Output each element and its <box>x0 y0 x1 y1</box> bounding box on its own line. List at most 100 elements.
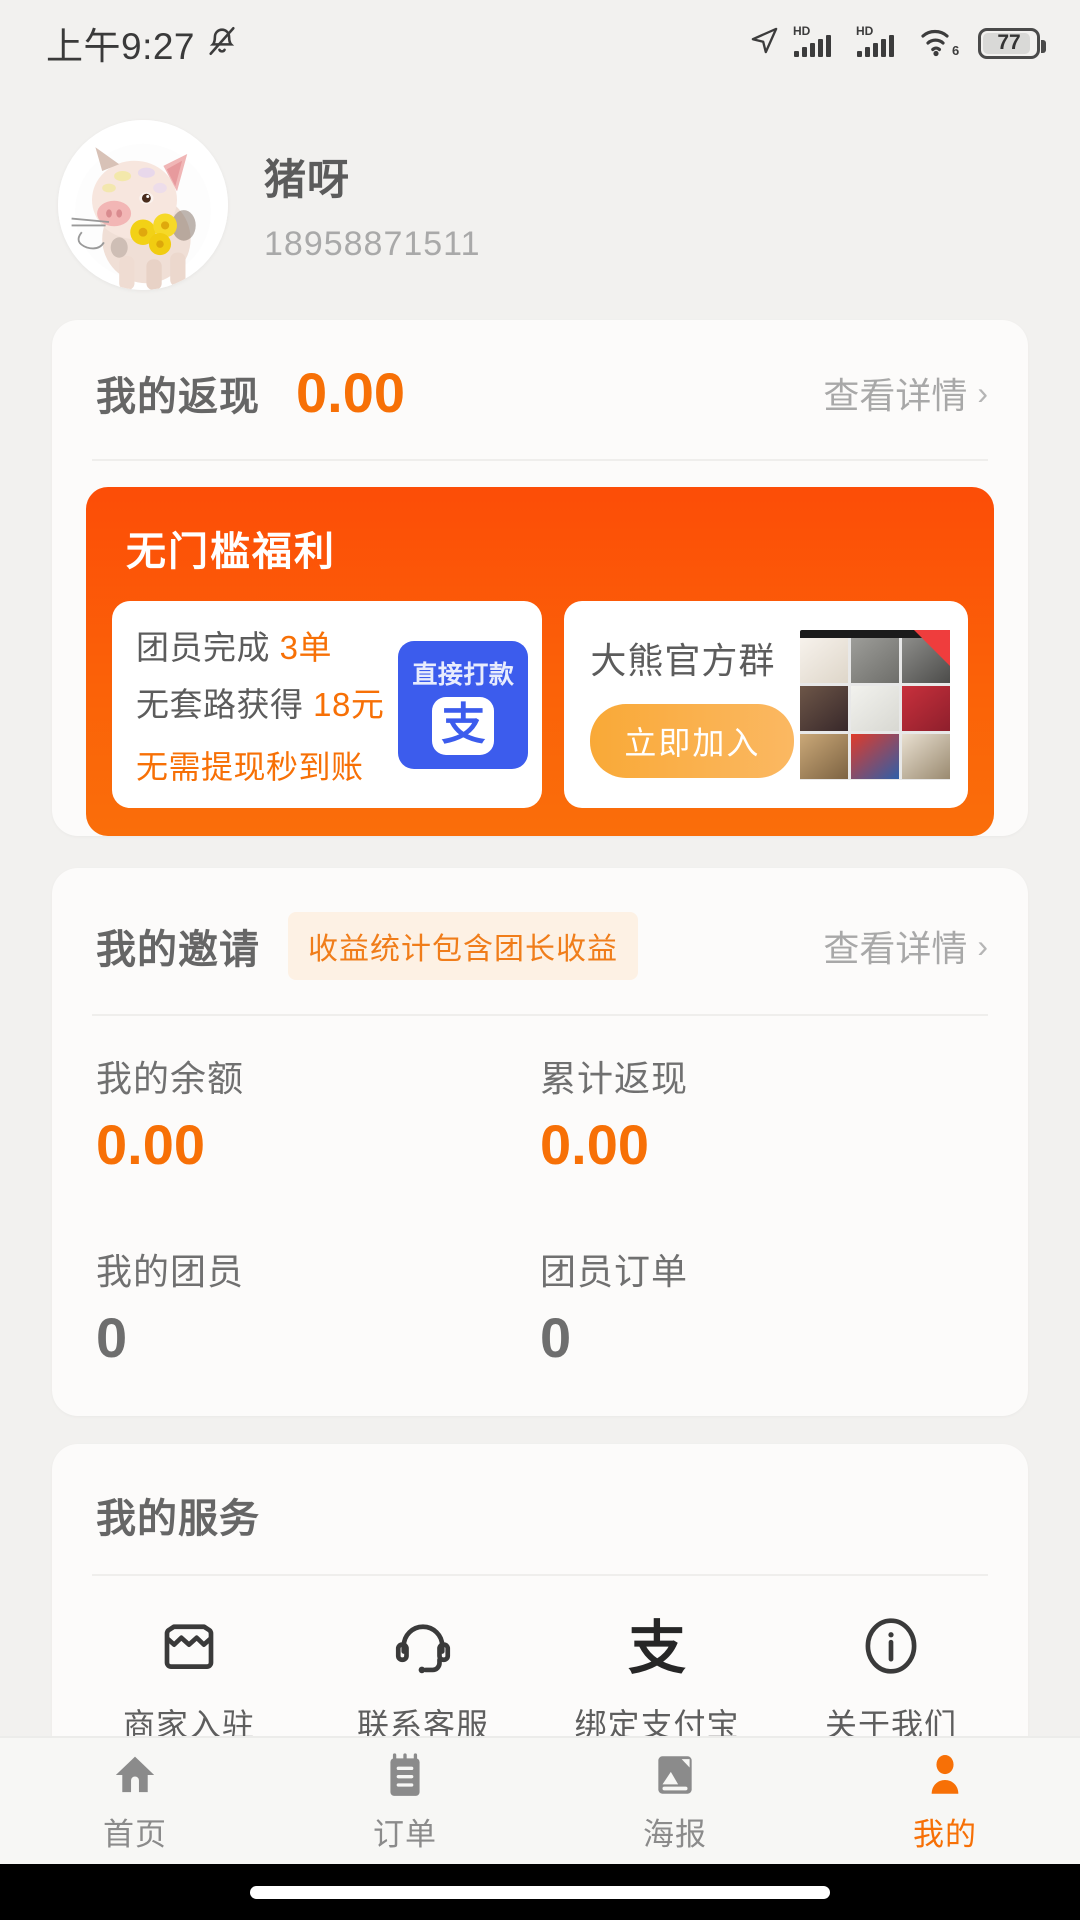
location-arrow-icon <box>749 25 780 61</box>
status-time: 上午9:27 <box>46 26 196 67</box>
direct-payment-reward-amount: 18元 <box>313 686 385 723</box>
group-avatar-9 <box>902 734 950 780</box>
profile-phone: 18958871511 <box>264 225 481 263</box>
home-indicator-bar <box>0 1864 1080 1920</box>
cashback-card: 我的返现 0.00 查看详情 › 无门槛福利 团员完成 3单 无套路获得 18元… <box>52 320 1028 836</box>
group-avatar-4 <box>800 685 848 732</box>
person-icon <box>918 1748 972 1802</box>
direct-payment-line-2: 无套路获得 18元 <box>136 678 384 726</box>
pig-avatar-illustration <box>58 120 228 290</box>
services-card: 我的服务 商家入驻 联系客服 支 绑定支付宝 关于我们 <box>52 1444 1028 1736</box>
tab-label: 我的 <box>913 1817 977 1852</box>
tab-profile[interactable]: 我的 <box>810 1748 1080 1854</box>
group-new-badge-icon <box>914 629 950 666</box>
invitation-detail-link[interactable]: 查看详情 › <box>823 920 988 972</box>
direct-payment-text: 团员完成 3单 无套路获得 18元 无需提现秒到账 <box>136 621 384 788</box>
direct-payment-button[interactable]: 直接打款 支 <box>398 640 529 769</box>
stat-value: 0.00 <box>540 1113 649 1176</box>
direct-payment-card[interactable]: 团员完成 3单 无套路获得 18元 无需提现秒到账 直接打款 支 <box>112 601 543 808</box>
info-circle-icon <box>855 1610 927 1682</box>
service-item-contact-support[interactable]: 联系客服 <box>306 1610 540 1736</box>
stat-my-members[interactable]: 我的团员 0 <box>96 1243 540 1370</box>
service-item-merchant-entry[interactable]: 商家入驻 <box>72 1610 306 1736</box>
chevron-right-icon: › <box>977 928 988 964</box>
stat-label: 我的余额 <box>96 1058 245 1099</box>
alipay-icon: 支 <box>621 1610 693 1682</box>
stat-my-balance[interactable]: 我的余额 0.00 <box>96 1050 540 1177</box>
group-avatar-6 <box>902 685 950 732</box>
stat-label: 我的团员 <box>96 1251 245 1292</box>
direct-payment-button-label: 直接打款 <box>412 660 515 689</box>
cashback-label: 我的返现 <box>96 374 260 419</box>
battery-percent: 77 <box>997 31 1021 54</box>
group-avatar-1 <box>800 637 848 683</box>
clipboard-icon <box>378 1748 432 1802</box>
cashback-amount: 0.00 <box>296 361 405 424</box>
service-item-about-us[interactable]: 关于我们 <box>774 1610 1008 1736</box>
invitation-badge: 收益统计包含团长收益 <box>288 912 638 980</box>
bell-muted-icon <box>205 24 239 63</box>
scroll-content[interactable]: 猪呀 18958871511 我的返现 0.00 查看详情 › 无门槛福利 团员… <box>0 86 1080 1736</box>
direct-payment-orders-count: 3单 <box>279 629 333 666</box>
stat-label: 团员订单 <box>540 1251 689 1292</box>
signal-bars-icon-1: HD <box>793 24 843 63</box>
profile-name: 猪呀 <box>264 156 351 203</box>
invitation-card: 我的邀请 收益统计包含团长收益 查看详情 › 我的余额 0.00 累计返现 0.… <box>52 868 1028 1416</box>
service-item-bind-alipay[interactable]: 支 绑定支付宝 <box>540 1610 774 1736</box>
direct-payment-line-1: 团员完成 3单 <box>136 621 384 669</box>
stat-total-cashback[interactable]: 累计返现 0.00 <box>540 1050 984 1177</box>
service-label: 关于我们 <box>824 1707 957 1736</box>
signal-bars-icon-2: HD <box>856 24 906 63</box>
home-indicator[interactable] <box>250 1885 830 1899</box>
svg-text:6: 6 <box>952 43 959 58</box>
tab-label: 海报 <box>643 1817 707 1852</box>
official-group-title: 大熊官方群 <box>590 639 776 681</box>
group-avatar-8 <box>851 734 899 780</box>
official-group-card[interactable]: 大熊官方群 立即加入 <box>564 601 968 808</box>
tab-home[interactable]: 首页 <box>0 1748 270 1854</box>
cashback-detail-label: 查看详情 <box>823 374 968 416</box>
pig-avatar[interactable] <box>58 120 228 290</box>
group-avatar-5 <box>851 685 899 732</box>
group-avatar-2 <box>851 637 899 683</box>
bottom-tab-bar: 首页 订单 海报 我的 <box>0 1736 1080 1864</box>
official-group-left: 大熊官方群 立即加入 <box>590 632 795 778</box>
service-label: 商家入驻 <box>122 1707 255 1736</box>
service-label: 联系客服 <box>356 1707 489 1736</box>
tab-poster[interactable]: 海报 <box>540 1748 810 1854</box>
group-avatar-7 <box>800 734 848 780</box>
direct-payment-line1-prefix: 团员完成 <box>136 629 270 666</box>
tab-label: 订单 <box>373 1817 437 1852</box>
services-grid: 商家入驻 联系客服 支 绑定支付宝 关于我们 <box>52 1576 1028 1736</box>
tab-label: 首页 <box>103 1817 167 1852</box>
stat-member-orders[interactable]: 团员订单 0 <box>540 1243 984 1370</box>
svg-text:HD: HD <box>793 24 811 38</box>
svg-text:支: 支 <box>628 1614 686 1679</box>
profile-header[interactable]: 猪呀 18958871511 <box>0 86 1080 320</box>
welfare-banner-cards: 团员完成 3单 无套路获得 18元 无需提现秒到账 直接打款 支 大熊官方群 立… <box>112 601 968 808</box>
welfare-banner[interactable]: 无门槛福利 团员完成 3单 无套路获得 18元 无需提现秒到账 直接打款 支 大… <box>86 487 994 836</box>
invitation-label: 我的邀请 <box>96 928 260 972</box>
status-bar-right: HD HD 6 77 <box>749 23 1046 64</box>
stat-label: 累计返现 <box>540 1058 689 1099</box>
cashback-row: 我的返现 0.00 查看详情 › <box>52 320 1028 459</box>
alipay-logo-icon: 支 <box>432 696 495 755</box>
cashback-detail-link[interactable]: 查看详情 › <box>823 367 988 419</box>
tab-orders[interactable]: 订单 <box>270 1748 540 1854</box>
direct-payment-subtext: 无需提现秒到账 <box>136 749 364 785</box>
battery-icon: 77 <box>978 27 1046 59</box>
invitation-stats: 我的余额 0.00 累计返现 0.00 我的团员 0 团员订单 0 <box>52 1016 1028 1416</box>
invitation-detail-label: 查看详情 <box>823 928 968 969</box>
welfare-banner-title: 无门槛福利 <box>126 530 336 574</box>
home-icon <box>108 1748 162 1802</box>
alipay-glyph: 支 <box>441 699 486 749</box>
shop-icon <box>153 1610 225 1682</box>
join-group-button[interactable]: 立即加入 <box>590 703 795 778</box>
chevron-right-icon: › <box>977 374 988 411</box>
group-avatars-grid <box>800 629 950 780</box>
direct-payment-line2-prefix: 无套路获得 <box>136 686 304 723</box>
status-bar-left: 上午9:27 <box>46 16 239 70</box>
image-icon <box>648 1748 702 1802</box>
wifi-6-icon: 6 <box>919 23 965 64</box>
status-bar: 上午9:27 HD HD 6 77 <box>0 0 1080 86</box>
